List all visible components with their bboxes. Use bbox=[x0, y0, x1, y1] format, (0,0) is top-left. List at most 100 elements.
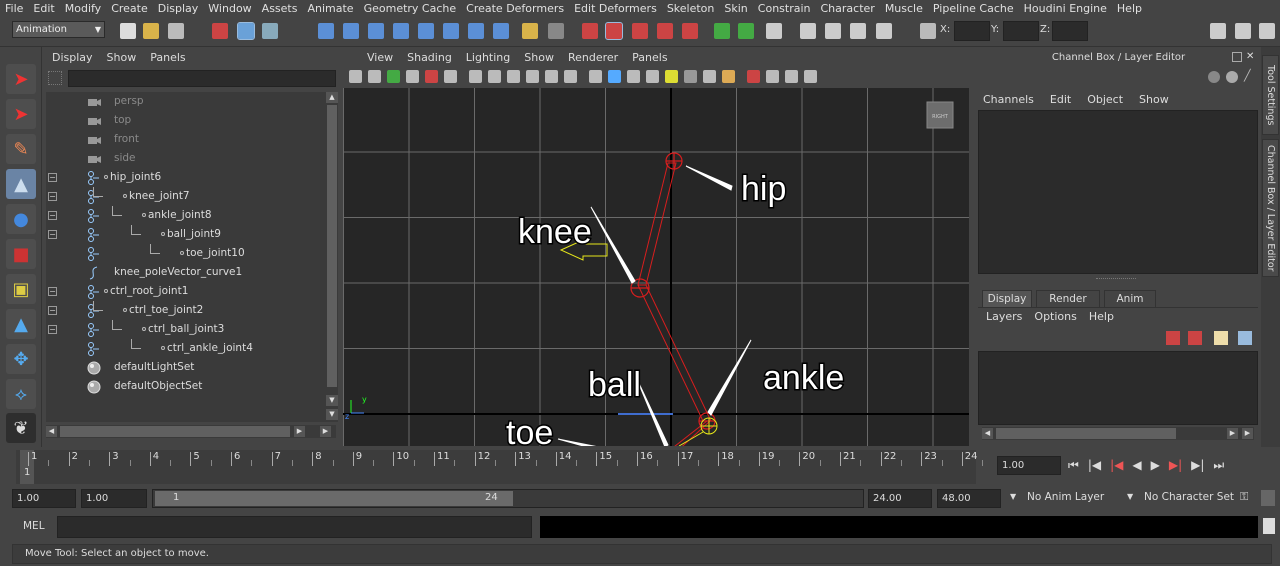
anim-layer-selector[interactable]: No Anim Layer bbox=[1027, 491, 1104, 503]
step-forward-key-icon[interactable]: ▶| bbox=[1169, 458, 1182, 473]
scroll-right-icon[interactable]: ▶ bbox=[1227, 428, 1238, 439]
range-track[interactable]: 1 24 bbox=[152, 489, 864, 508]
animation-start-field[interactable]: 1.00 bbox=[12, 489, 76, 508]
collapse-toggle[interactable]: − bbox=[48, 230, 57, 239]
collapse-toggle[interactable]: − bbox=[48, 287, 57, 296]
snap-view-icon[interactable] bbox=[418, 23, 434, 39]
outliner-hscrollbar[interactable]: ◀ ▶ ▶ bbox=[46, 425, 336, 438]
outliner-item[interactable]: − ball_joint9 bbox=[46, 225, 326, 244]
character-set-selector[interactable]: No Character Set bbox=[1144, 491, 1234, 503]
outliner-item[interactable]: − knee_joint7 bbox=[46, 187, 326, 206]
key-icon[interactable]: ⚿ bbox=[1240, 490, 1248, 504]
gate-mask-icon[interactable] bbox=[507, 70, 520, 83]
ipr-render-icon[interactable] bbox=[605, 22, 623, 40]
save-scene-icon[interactable] bbox=[168, 23, 184, 39]
quick-layout-icon[interactable]: ❦ bbox=[6, 413, 36, 443]
soft-mod-tool-icon[interactable]: ▲ bbox=[6, 309, 36, 339]
scale-tool-icon[interactable]: ■ bbox=[6, 239, 36, 269]
outliner-item[interactable]: defaultLightSet bbox=[46, 358, 326, 377]
snap-grid-icon[interactable] bbox=[318, 23, 334, 39]
x-field[interactable] bbox=[954, 21, 990, 41]
step-back-icon[interactable]: |◀ bbox=[1088, 458, 1101, 473]
menu-window[interactable]: Window bbox=[203, 2, 256, 15]
safe-action-icon[interactable] bbox=[545, 70, 558, 83]
tool-settings-icon[interactable] bbox=[825, 23, 841, 39]
xray-joints-icon[interactable] bbox=[785, 70, 798, 83]
move-up-layer-icon[interactable] bbox=[1214, 331, 1228, 345]
xray-icon[interactable] bbox=[766, 70, 779, 83]
film-gate-icon[interactable] bbox=[469, 70, 482, 83]
menu-edit[interactable]: Edit bbox=[28, 2, 59, 15]
snap-point-icon[interactable] bbox=[368, 23, 384, 39]
channel-menu-edit[interactable]: Edit bbox=[1050, 93, 1071, 106]
goto-end-icon[interactable]: ⏭ bbox=[1213, 458, 1224, 473]
resolution-gate-icon[interactable] bbox=[488, 70, 501, 83]
render-settings-icon[interactable] bbox=[632, 23, 648, 39]
scroll-right-end-icon[interactable]: ▶ bbox=[1242, 428, 1253, 439]
splitter-handle[interactable] bbox=[1096, 278, 1136, 281]
script-editor-icon[interactable] bbox=[1263, 518, 1275, 534]
scroll-down-icon[interactable]: ▼ bbox=[326, 395, 338, 406]
menu-assets[interactable]: Assets bbox=[257, 2, 303, 15]
outliner-item[interactable]: persp bbox=[46, 92, 326, 111]
outliner-item[interactable]: front bbox=[46, 130, 326, 149]
outliner-item[interactable]: − ctrl_root_joint1 bbox=[46, 282, 326, 301]
anim-layer-dropdown-icon[interactable]: ▼ bbox=[1010, 492, 1016, 501]
y-field[interactable] bbox=[1003, 21, 1039, 41]
filter-icon[interactable] bbox=[48, 71, 62, 85]
select-hierarchy-icon[interactable] bbox=[212, 23, 228, 39]
help-icon[interactable] bbox=[493, 23, 509, 39]
tool-settings-tab[interactable]: Tool Settings bbox=[1262, 55, 1279, 135]
pin-icon[interactable]: ╱ bbox=[1244, 69, 1251, 82]
channel-box-icon[interactable] bbox=[850, 23, 866, 39]
outliner-menu-panels[interactable]: Panels bbox=[150, 51, 185, 64]
construction-history-icon[interactable] bbox=[548, 23, 564, 39]
viewport-menu-renderer[interactable]: Renderer bbox=[568, 51, 618, 64]
collapse-toggle[interactable]: − bbox=[48, 211, 57, 220]
show-tool-settings-icon[interactable] bbox=[1235, 23, 1251, 39]
select-component-icon[interactable] bbox=[262, 23, 278, 39]
select-object-icon[interactable] bbox=[237, 22, 255, 40]
knee-ankle-bone[interactable] bbox=[637, 284, 712, 422]
range-bar[interactable]: 1 24 bbox=[155, 491, 513, 506]
scroll-left-icon[interactable]: ◀ bbox=[982, 428, 993, 439]
current-frame-field[interactable]: 1.00 bbox=[997, 456, 1061, 475]
outliner-item[interactable]: side bbox=[46, 149, 326, 168]
default-material-icon[interactable] bbox=[627, 70, 640, 83]
collapse-toggle[interactable]: − bbox=[48, 173, 57, 182]
show-manipulator-icon[interactable]: ✥ bbox=[6, 344, 36, 374]
channel-menu-show[interactable]: Show bbox=[1139, 93, 1169, 106]
outliner-menu-display[interactable]: Display bbox=[52, 51, 93, 64]
field-chart-icon[interactable] bbox=[526, 70, 539, 83]
antialias-icon[interactable] bbox=[722, 70, 735, 83]
anim-prefs-icon[interactable] bbox=[1261, 490, 1275, 506]
input-line-icon[interactable] bbox=[714, 23, 730, 39]
ambient-occlusion-icon[interactable] bbox=[703, 70, 716, 83]
menu-create-deformers[interactable]: Create Deformers bbox=[461, 2, 569, 15]
menu-create[interactable]: Create bbox=[106, 2, 153, 15]
magnet-icon[interactable] bbox=[682, 23, 698, 39]
menu-modify[interactable]: Modify bbox=[60, 2, 106, 15]
scroll-up-icon[interactable]: ▲ bbox=[326, 92, 338, 103]
collapse-toggle[interactable]: − bbox=[48, 325, 57, 334]
new-scene-icon[interactable] bbox=[120, 23, 136, 39]
channel-menu-object[interactable]: Object bbox=[1087, 93, 1123, 106]
universal-manip-icon[interactable]: ▣ bbox=[6, 274, 36, 304]
open-scene-icon[interactable] bbox=[143, 23, 159, 39]
smooth-shade-icon[interactable] bbox=[608, 70, 621, 83]
menu-display[interactable]: Display bbox=[153, 2, 204, 15]
hypershade-icon[interactable] bbox=[657, 23, 673, 39]
last-tool-icon[interactable]: ⟡ bbox=[6, 379, 36, 409]
scroll-left-icon[interactable]: ◀ bbox=[46, 426, 57, 437]
tab-display[interactable]: Display bbox=[982, 290, 1032, 308]
layer-menu-options[interactable]: Options bbox=[1034, 310, 1076, 323]
scroll-right-icon[interactable]: ▶ bbox=[294, 426, 305, 437]
show-attribute-editor-icon[interactable] bbox=[1210, 23, 1226, 39]
bookmark-icon[interactable] bbox=[368, 70, 381, 83]
sphere-icon[interactable] bbox=[1226, 71, 1238, 83]
step-forward-icon[interactable]: ▶| bbox=[1191, 458, 1204, 473]
make-live-icon[interactable] bbox=[443, 23, 459, 39]
viewport-menu-view[interactable]: View bbox=[367, 51, 393, 64]
2d-pan-icon[interactable] bbox=[406, 70, 419, 83]
outliner-menu-show[interactable]: Show bbox=[107, 51, 137, 64]
